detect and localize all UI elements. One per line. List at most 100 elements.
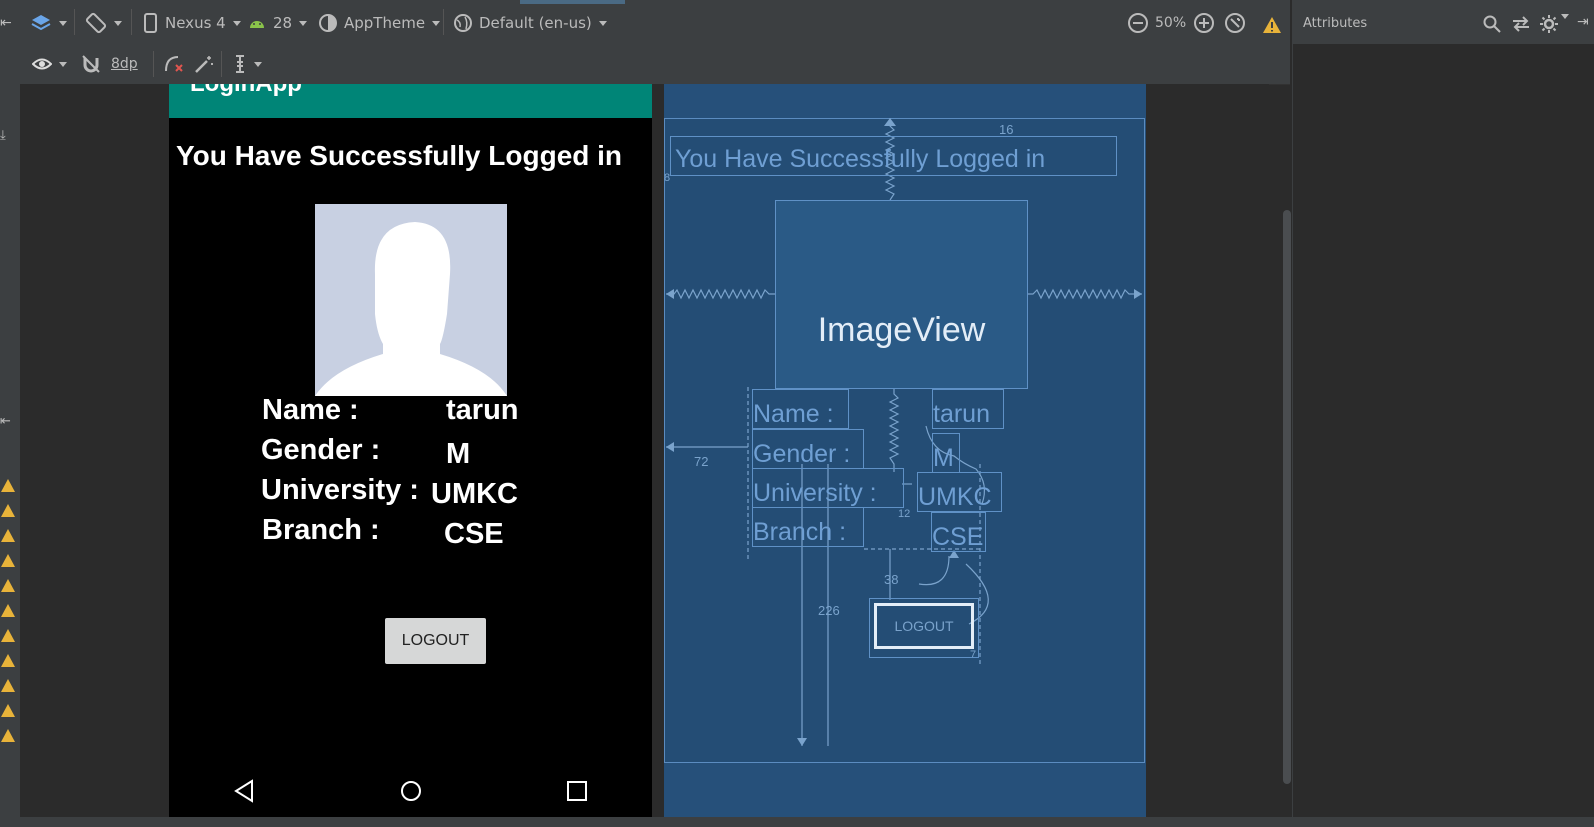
profile-image[interactable] (315, 204, 507, 396)
theme-dropdown[interactable]: AppTheme (318, 11, 441, 35)
clear-constraints-icon (165, 56, 183, 72)
android-icon (250, 21, 264, 28)
attributes-title: Attributes (1303, 16, 1368, 31)
name-value: tarun (446, 394, 519, 426)
blueprint-gender-value[interactable]: M (932, 433, 960, 473)
blueprint-name-label[interactable]: Name : (752, 389, 849, 429)
search-icon[interactable] (1483, 15, 1501, 33)
zoom-fit-icon (1225, 13, 1245, 33)
locale-dropdown[interactable]: Default (en-us) (453, 11, 607, 35)
phone-preview[interactable]: LoginApp You Have Successfully Logged in… (169, 84, 652, 817)
warning-icon[interactable] (1, 554, 15, 567)
collapse-left-icon[interactable]: ⇤ (0, 11, 12, 35)
zoom-in-icon (1194, 13, 1214, 33)
toolbar-accent (520, 0, 625, 4)
view-options-dropdown[interactable] (32, 52, 67, 76)
blueprint-gender-label[interactable]: Gender : (752, 429, 864, 469)
blueprint-toolbar: 8dp (0, 44, 1290, 85)
left-gutter: ⤓ ⇤ (0, 84, 21, 817)
margin-label: 8dp (111, 56, 138, 72)
orientation-dropdown[interactable] (85, 11, 122, 35)
attributes-header: Attributes ⇥ (1293, 0, 1594, 44)
blueprint-branch-value[interactable]: CSE (931, 512, 986, 552)
warning-icon[interactable] (1, 654, 15, 667)
blueprint-university-value[interactable]: UMKC (917, 472, 1002, 512)
bottom-bar (0, 817, 1594, 827)
success-heading[interactable]: You Have Successfully Logged in (176, 140, 622, 172)
theme-label: AppTheme (344, 14, 426, 32)
warning-button[interactable] (1262, 13, 1282, 37)
zoom-out-icon (1128, 13, 1148, 33)
collapse-icon[interactable]: ⇤ (0, 414, 11, 429)
recents-icon[interactable] (567, 781, 587, 801)
blueprint-branch-label[interactable]: Branch : (752, 507, 864, 547)
blueprint-view[interactable]: 16 8 72 12 38 226 7 You Have Successfull… (664, 84, 1146, 817)
app-bar: LoginApp (169, 84, 652, 118)
gender-value: M (446, 438, 471, 470)
api-dropdown[interactable]: 28 (247, 11, 308, 35)
warning-icon (1263, 17, 1281, 33)
university-value: UMKC (431, 478, 518, 510)
branch-value: CSE (444, 518, 504, 550)
name-label: Name : (262, 394, 359, 426)
clear-constraints-button[interactable] (163, 52, 185, 76)
gender-label: Gender : (261, 434, 381, 466)
back-icon[interactable] (233, 779, 255, 803)
margin-top-dim: 16 (999, 122, 1014, 137)
device-label: Nexus 4 (165, 14, 226, 32)
blueprint-heading[interactable]: You Have Successfully Logged in (670, 136, 1117, 176)
home-icon[interactable] (400, 780, 422, 802)
zoom-fit-button[interactable] (1224, 11, 1246, 35)
eye-icon (32, 58, 52, 70)
download-icon[interactable]: ⤓ (0, 128, 6, 143)
device-dropdown[interactable]: Nexus 4 (143, 11, 241, 35)
magnet-off-icon (82, 55, 100, 73)
default-margin-dropdown[interactable]: 8dp (111, 52, 138, 76)
blueprint-logout-wrapper: LOGOUT (869, 598, 979, 658)
warning-icon[interactable] (1, 479, 15, 492)
phone-icon (144, 13, 157, 33)
zoom-level: 50% (1155, 15, 1187, 31)
design-toolbar: ⇤ Nexus 4 28 AppTheme Default (en-us) 50… (0, 0, 1290, 45)
autoconnect-toggle[interactable] (81, 52, 101, 76)
logout-button[interactable]: LOGOUT (385, 618, 486, 664)
warning-icon[interactable] (1, 504, 15, 517)
infer-constraints-button[interactable] (193, 52, 215, 76)
margin-left-dim: 72 (694, 454, 709, 469)
layers-icon (31, 15, 51, 31)
warning-icon[interactable] (1, 629, 15, 642)
university-label: University : (261, 474, 419, 506)
blueprint-imageview[interactable]: ImageView (775, 200, 1028, 389)
guideline-icon (236, 55, 244, 73)
blueprint-university-label[interactable]: University : (752, 468, 904, 508)
android-nav-bar (169, 754, 652, 817)
imageview-label: ImageView (817, 311, 986, 349)
layers-dropdown[interactable] (30, 11, 67, 35)
warning-icon[interactable] (1, 729, 15, 742)
canvas-scrollbar[interactable] (1283, 210, 1291, 784)
gear-caret[interactable] (1561, 14, 1569, 19)
gap-dim: 12 (898, 508, 911, 520)
hide-panel-icon[interactable]: ⇥ (1577, 14, 1589, 30)
blueprint-logout-button[interactable]: LOGOUT (874, 603, 974, 649)
person-silhouette-icon (315, 222, 507, 396)
guidelines-dropdown[interactable] (233, 52, 262, 76)
gear-icon[interactable] (1539, 14, 1559, 34)
attributes-panel: Attributes ⇥ (1292, 0, 1594, 817)
magic-wand-icon (195, 56, 213, 73)
theme-icon (319, 14, 337, 32)
swap-icon[interactable] (1511, 16, 1531, 32)
warning-icon[interactable] (1, 579, 15, 592)
warning-icon[interactable] (1, 529, 15, 542)
warning-icon[interactable] (1, 604, 15, 617)
zoom-in-button[interactable] (1193, 11, 1215, 35)
zoom-out-button[interactable] (1127, 11, 1149, 35)
warning-icon[interactable] (1, 704, 15, 717)
branch-label: Branch : (262, 514, 380, 546)
api-label: 28 (273, 14, 293, 32)
constraint-lines (666, 118, 1142, 746)
app-title: LoginApp (190, 84, 302, 98)
warning-icon[interactable] (1, 679, 15, 692)
blueprint-name-value[interactable]: tarun (932, 389, 1004, 429)
rotate-device-icon (85, 12, 107, 34)
